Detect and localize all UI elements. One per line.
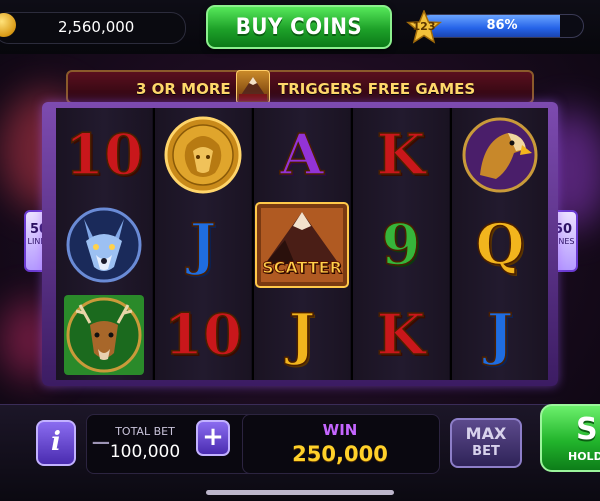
coin-balance-value: 2,560,000	[58, 18, 135, 36]
free-games-banner: 3 OR MORE TRIGGERS FREE GAMES	[66, 70, 534, 104]
deer-icon	[64, 295, 144, 375]
scatter-label: SCATTER	[262, 258, 343, 278]
symbol-eagle	[452, 110, 548, 200]
spin-hold-label: HOLD	[568, 450, 600, 463]
banner-right-text: TRIGGERS FREE GAMES	[278, 80, 476, 98]
max-bet-button[interactable]: MAX BET	[450, 418, 522, 468]
level-star-icon: 123	[406, 9, 442, 44]
symbol-K: K	[376, 302, 426, 368]
symbol-Q: Q	[475, 212, 525, 278]
wolf-icon	[66, 207, 142, 283]
reel-2: J 10	[155, 108, 251, 380]
symbol-K: K	[376, 122, 426, 188]
symbol-10: 10	[163, 302, 242, 368]
buy-coins-button[interactable]: BUY COINS	[206, 5, 392, 49]
symbol-lion-coin	[155, 110, 251, 200]
reel-area[interactable]: 10 J 10 A SCATTER J K 9 K Q J	[56, 108, 548, 380]
symbol-J: J	[189, 212, 217, 278]
reel-5: Q J	[452, 108, 548, 380]
home-indicator[interactable]	[206, 490, 394, 495]
info-button[interactable]: i	[36, 420, 76, 466]
reel-4: K 9 K	[353, 108, 449, 380]
symbol-A: A	[280, 122, 325, 188]
reel-1: 10	[56, 108, 152, 380]
symbol-J: J	[486, 302, 514, 368]
level-progress-bar: 86%	[418, 14, 584, 38]
symbol-10: 10	[64, 122, 143, 188]
spin-button[interactable]: S HOLD	[540, 404, 600, 472]
symbol-J: J	[288, 302, 316, 368]
max-bet-line2: BET	[472, 444, 500, 459]
total-bet-label: TOTAL BET	[115, 425, 175, 438]
max-bet-line1: MAX	[465, 424, 507, 443]
symbol-wolf	[56, 200, 152, 290]
level-number: 123	[412, 20, 436, 33]
banner-left-text: 3 OR MORE	[136, 80, 231, 98]
increase-bet-button[interactable]: +	[196, 420, 230, 456]
eagle-icon	[462, 117, 538, 193]
symbol-deer	[56, 290, 152, 380]
reel-3: A SCATTER J	[254, 108, 350, 380]
total-bet-value: 100,000	[109, 442, 181, 462]
spin-label: S	[576, 412, 598, 447]
symbol-scatter: SCATTER	[254, 200, 350, 290]
scatter-mini-icon	[236, 70, 270, 104]
level-progress-text: 86%	[486, 18, 518, 33]
lion-coin-icon	[164, 116, 242, 194]
symbol-9: 9	[381, 212, 421, 278]
win-label: WIN	[322, 421, 358, 439]
win-value: 250,000	[292, 442, 388, 466]
